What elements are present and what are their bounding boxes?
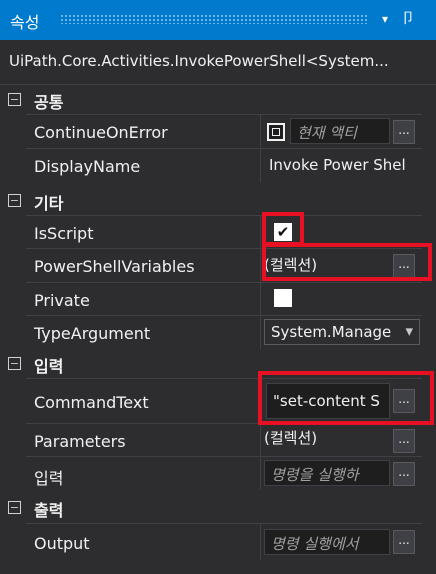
highlight-isscript bbox=[262, 212, 304, 246]
property-name: PowerShellVariables bbox=[34, 257, 195, 276]
panel-title: 속성 bbox=[10, 13, 40, 32]
input-ellipsis-button[interactable]: ... bbox=[393, 462, 415, 486]
category-label: 기타 bbox=[34, 194, 64, 213]
collapse-icon[interactable]: − bbox=[8, 93, 21, 106]
panel-title-bar[interactable]: 속성 ▾ 卩 bbox=[0, 0, 436, 40]
property-name: Parameters bbox=[34, 432, 126, 451]
highlight-powershellvariables bbox=[262, 243, 432, 281]
property-row-displayname[interactable]: DisplayName Invoke Power Shel bbox=[26, 148, 422, 182]
highlight-commandtext bbox=[258, 371, 434, 425]
property-row-output[interactable]: Output 명령 실행에서 ... bbox=[26, 523, 422, 560]
displayname-field[interactable]: Invoke Power Shel bbox=[269, 156, 406, 174]
output-ellipsis-button[interactable]: ... bbox=[393, 530, 415, 554]
input-field[interactable]: 명령을 실행하 bbox=[264, 460, 390, 486]
property-name: Output bbox=[34, 534, 90, 553]
panel-footer bbox=[0, 566, 436, 574]
pin-icon[interactable]: 卩 bbox=[400, 10, 416, 28]
category-misc[interactable]: − 기타 bbox=[0, 186, 436, 214]
continueonerror-ellipsis-button[interactable]: ... bbox=[393, 120, 415, 144]
continueonerror-checkbox[interactable] bbox=[267, 123, 285, 141]
property-name: CommandText bbox=[34, 393, 149, 412]
category-common[interactable]: − 공통 bbox=[0, 85, 436, 113]
property-name: ContinueOnError bbox=[34, 123, 168, 142]
property-name: Private bbox=[34, 291, 90, 310]
property-name: 입력 bbox=[34, 469, 64, 488]
parameters-value: (컬렉션) bbox=[264, 429, 318, 447]
chevron-down-icon[interactable]: ▾ bbox=[378, 12, 392, 26]
collapse-icon[interactable]: − bbox=[8, 194, 21, 207]
category-output[interactable]: − 출력 bbox=[0, 493, 436, 521]
parameters-ellipsis-button[interactable]: ... bbox=[393, 429, 415, 453]
category-label: 출력 bbox=[34, 501, 64, 520]
chevron-down-icon: ▾ bbox=[405, 322, 413, 340]
collapse-icon[interactable]: − bbox=[8, 357, 21, 370]
selected-object-bar: UiPath.Core.Activities.InvokePowerShell<… bbox=[0, 40, 436, 85]
property-name: IsScript bbox=[34, 224, 94, 243]
drag-grip[interactable] bbox=[60, 14, 368, 24]
property-row-typeargument[interactable]: TypeArgument System.Manage ▾ bbox=[26, 315, 422, 349]
property-row-continueonerror[interactable]: ContinueOnError 현재 액티 ... bbox=[26, 114, 422, 148]
typeargument-dropdown[interactable]: System.Manage ▾ bbox=[264, 319, 420, 345]
private-checkbox[interactable] bbox=[274, 289, 292, 307]
output-field[interactable]: 명령 실행에서 bbox=[264, 529, 390, 555]
property-name: TypeArgument bbox=[34, 324, 151, 343]
property-name: DisplayName bbox=[34, 157, 141, 176]
category-label: 입력 bbox=[34, 357, 64, 376]
property-row-input[interactable]: 입력 명령을 실행하 ... bbox=[26, 456, 422, 490]
selected-object-name: UiPath.Core.Activities.InvokePowerShell<… bbox=[9, 52, 389, 70]
category-label: 공통 bbox=[34, 93, 64, 112]
collapse-icon[interactable]: − bbox=[8, 501, 21, 514]
property-row-private[interactable]: Private bbox=[26, 282, 422, 316]
property-row-parameters[interactable]: Parameters (컬렉션) ... bbox=[26, 423, 422, 457]
continueonerror-field[interactable]: 현재 액티 bbox=[290, 118, 390, 144]
